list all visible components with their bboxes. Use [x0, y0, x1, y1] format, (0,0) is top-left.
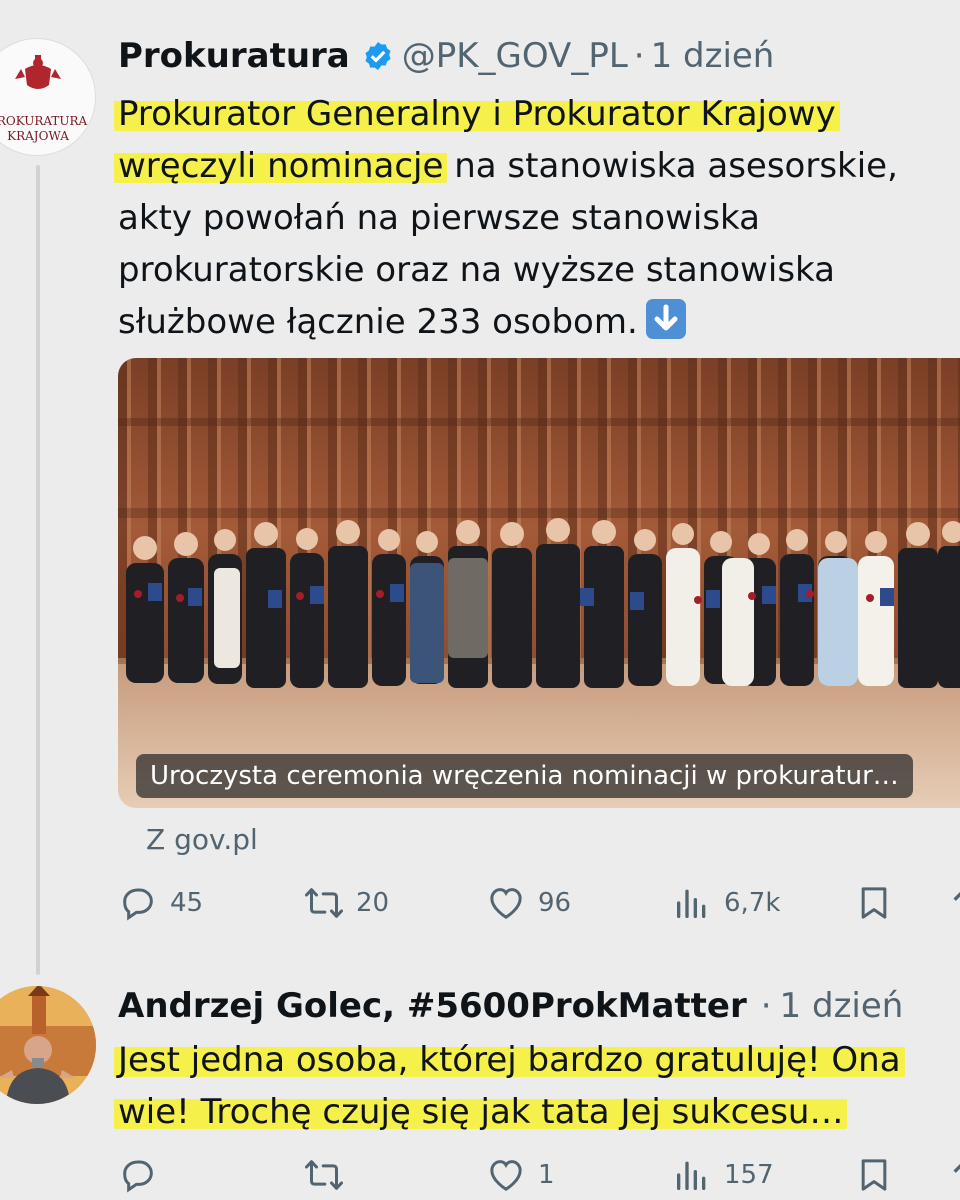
share-icon	[953, 891, 960, 901]
author-name[interactable]: Andrzej Golec, #5600ProkMatter	[118, 986, 747, 1026]
highlighted-text: wręczyli nominacje	[114, 146, 448, 186]
retweet-button[interactable]: 20	[304, 878, 389, 928]
highlighted-text: Jest jedna osoba, której bardzo gratuluj…	[114, 1040, 905, 1080]
bookmark-icon	[861, 1159, 887, 1191]
media-caption: Uroczysta ceremonia wręczenia nominacji …	[136, 754, 913, 798]
views-count: 157	[724, 1160, 774, 1190]
profile-photo-illustration	[0, 986, 96, 1104]
share-button[interactable]	[948, 1150, 960, 1200]
tweet-photo[interactable]: Uroczysta ceremonia wręczenia nominacji …	[118, 358, 960, 808]
ceremony-photo-illustration	[118, 358, 960, 808]
text-line: prokuratorskie oraz na wyższe stanowiska	[118, 250, 835, 290]
retweet-icon	[305, 1160, 343, 1190]
bookmark-button[interactable]	[854, 1150, 894, 1200]
highlighted-text: wie! Trochę czuję się jak tata Jej sukce…	[114, 1092, 848, 1132]
reply-count: 45	[170, 888, 204, 918]
thread-connector-line	[36, 165, 40, 975]
text-fragment: na stanowiska asesorskie,	[443, 146, 898, 186]
heart-icon	[490, 888, 522, 919]
like-button[interactable]: 96	[486, 878, 571, 928]
highlighted-text: Prokurator Generalny i Prokurator Krajow…	[114, 94, 840, 134]
text-line: wręczyli nominacje na stanowiska asesors…	[114, 140, 938, 192]
reply-icon	[123, 1160, 153, 1193]
tweet-timestamp[interactable]: 1 dzień	[651, 36, 775, 76]
author-handle[interactable]: @PK_GOV_PL	[402, 36, 628, 76]
tweet-actions: 45 20 96 6,7k	[118, 878, 960, 928]
author-name[interactable]: Prokuratura	[118, 36, 350, 76]
tweet-text: Jest jedna osoba, której bardzo gratuluj…	[114, 1034, 938, 1138]
retweet-icon	[305, 888, 343, 918]
text-line: wie! Trochę czuję się jak tata Jej sukce…	[114, 1086, 938, 1138]
retweet-count: 20	[356, 888, 390, 918]
bookmark-icon	[861, 887, 887, 919]
like-count: 1	[538, 1160, 555, 1190]
verified-badge-icon	[365, 42, 391, 70]
link-source[interactable]: Z gov.pl	[146, 820, 258, 860]
tweet-header: Andrzej Golec, #5600ProkMatter · 1 dzień	[118, 986, 903, 1026]
heart-icon	[490, 1160, 522, 1191]
tweet-text: Prokurator Generalny i Prokurator Krajow…	[114, 88, 938, 348]
eagle-emblem-icon: PROKURATURA KRAJOWA	[0, 55, 88, 143]
text-line: Prokurator Generalny i Prokurator Krajow…	[114, 88, 938, 140]
tweet-header: Prokuratura @PK_GOV_PL · 1 dzień	[118, 36, 774, 76]
reply-button[interactable]	[118, 1150, 170, 1200]
logo-text-line2: KRAJOWA	[7, 129, 69, 143]
tweet-timestamp[interactable]: 1 dzień	[780, 986, 904, 1026]
views-chart-icon	[677, 1161, 706, 1190]
text-fragment: służbowe łącznie 233 osobom.	[118, 302, 638, 342]
bookmark-button[interactable]	[854, 878, 894, 928]
text-line: akty powołań na pierwsze stanowiska	[118, 198, 760, 238]
views-button[interactable]: 6,7k	[672, 878, 780, 928]
separator-dot: ·	[760, 986, 772, 1026]
tweet-actions: 1 157	[118, 1150, 960, 1200]
views-count: 6,7k	[724, 888, 781, 918]
text-line: służbowe łącznie 233 osobom.	[118, 296, 938, 348]
share-icon	[953, 1163, 960, 1173]
like-button[interactable]: 1	[486, 1150, 555, 1200]
views-button[interactable]: 157	[672, 1150, 774, 1200]
down-arrow-emoji-icon	[645, 299, 686, 339]
text-line: Jest jedna osoba, której bardzo gratuluj…	[114, 1034, 938, 1086]
retweet-button[interactable]	[304, 1150, 356, 1200]
separator-dot: ·	[633, 36, 645, 76]
views-chart-icon	[677, 889, 706, 918]
reply-button[interactable]: 45	[118, 878, 203, 928]
logo-text-line1: PROKURATURA	[0, 114, 88, 128]
share-button[interactable]	[948, 878, 960, 928]
like-count: 96	[538, 888, 572, 918]
prokuratura-avatar[interactable]: PROKURATURA KRAJOWA	[0, 38, 96, 156]
andrzej-golec-avatar[interactable]	[0, 986, 96, 1104]
reply-icon	[123, 888, 153, 921]
